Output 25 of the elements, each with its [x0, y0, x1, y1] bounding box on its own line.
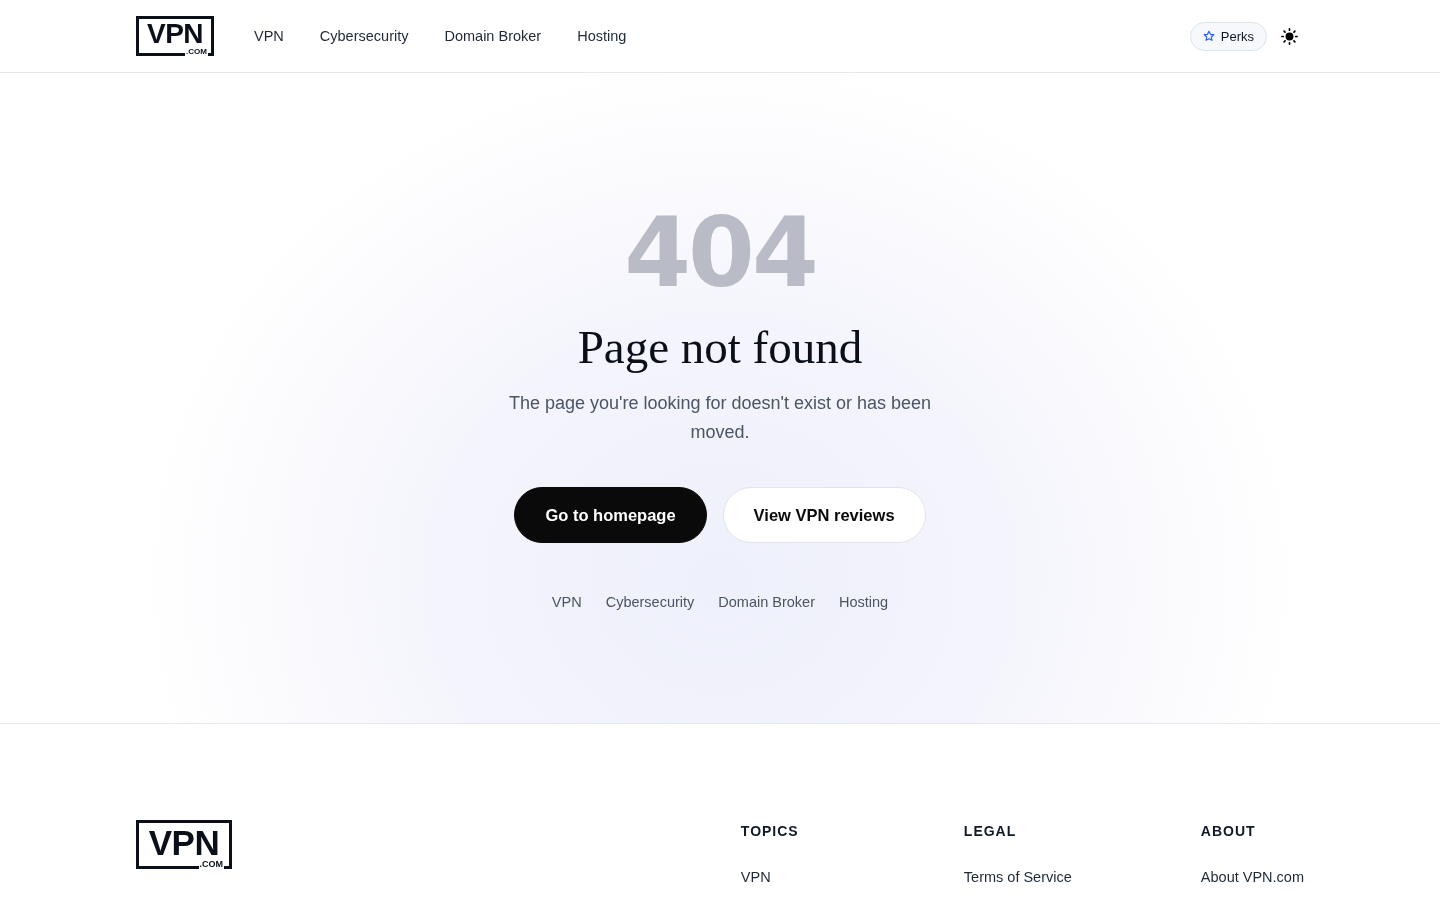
nav-link[interactable]: Cybersecurity: [319, 28, 409, 44]
primary-button[interactable]: Go to homepage: [514, 487, 707, 543]
topic-link[interactable]: Cybersecurity: [605, 592, 695, 612]
footer-column-heading: TOPICS: [740, 823, 800, 839]
nav-link[interactable]: VPN: [254, 28, 284, 44]
nav-link[interactable]: Hosting: [577, 28, 627, 44]
footer-link[interactable]: VPN: [740, 867, 964, 887]
footer-column-heading: ABOUT: [1200, 823, 1257, 839]
nav-link[interactable]: Domain Broker: [444, 28, 542, 44]
page-title: Page not found: [577, 320, 863, 375]
theme-toggle-button[interactable]: [1281, 27, 1298, 45]
topic-link[interactable]: VPN: [551, 592, 582, 612]
footer-link[interactable]: About VPN.com: [1200, 867, 1304, 887]
sun-icon: [1281, 27, 1298, 45]
star-icon: [1202, 30, 1215, 42]
error-code: 404: [624, 205, 816, 301]
perks-button[interactable]: Perks: [1189, 21, 1267, 51]
topic-link[interactable]: Domain Broker: [718, 592, 815, 612]
topic-link[interactable]: Hosting: [839, 592, 889, 612]
footer-column-heading: LEGAL: [963, 823, 1018, 839]
error-message: The page you're looking for doesn't exist or has been moved.: [507, 392, 933, 444]
secondary-button[interactable]: View VPN reviews: [722, 487, 926, 543]
vpn-logo-link[interactable]: VPN .COM: [136, 16, 214, 56]
footer-link[interactable]: Terms of Service: [963, 867, 1201, 887]
vpn-logo-link[interactable]: VPN .COM: [136, 820, 232, 869]
